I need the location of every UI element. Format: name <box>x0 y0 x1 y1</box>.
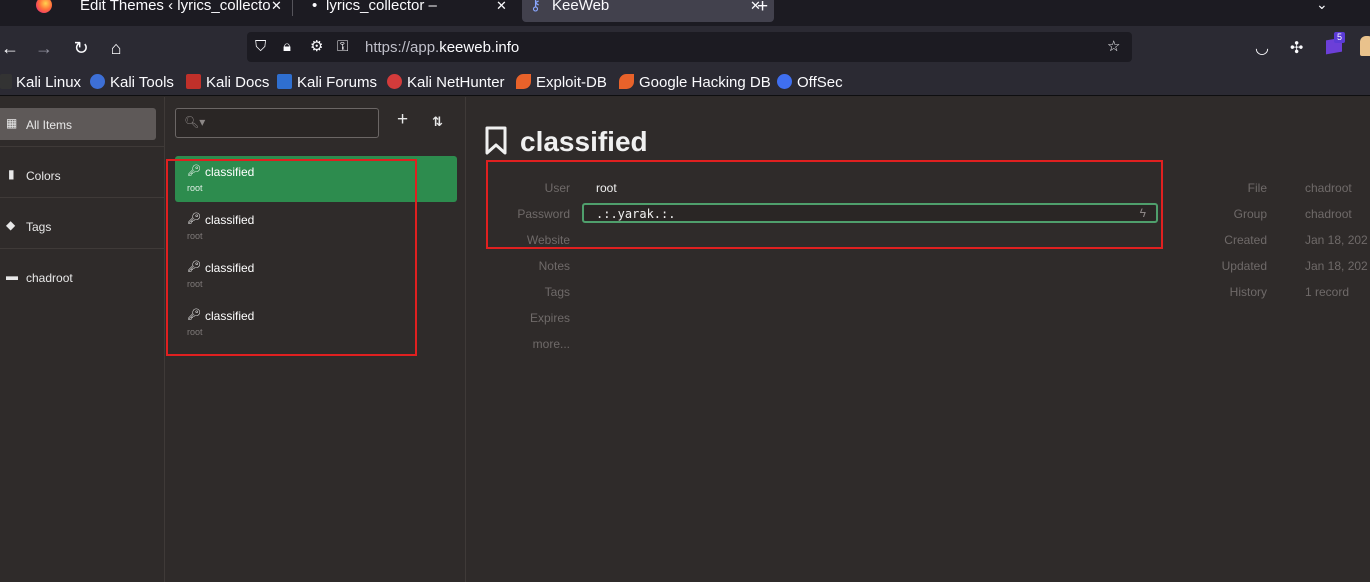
menu-item-all-items[interactable]: ▦ All Items <box>0 97 165 147</box>
search-input[interactable]: 🔍︎▾ <box>175 108 379 138</box>
back-button[interactable]: ← <box>0 34 24 62</box>
home-button[interactable]: ⌂ <box>102 34 130 62</box>
menu-item-label: All Items <box>26 118 73 132</box>
bookmark-google-hacking-db[interactable]: Google Hacking DB <box>619 74 771 91</box>
notes-label[interactable]: Notes <box>466 259 570 273</box>
add-entry-button[interactable]: + <box>397 109 408 131</box>
updated-value: Jan 18, 202 <box>1305 259 1368 273</box>
bookmark-icon[interactable] <box>485 126 507 156</box>
tab-separator <box>292 0 293 16</box>
updated-label: Updated <box>1221 259 1267 273</box>
shield-icon[interactable]: ⛉ <box>255 37 266 57</box>
lock-icon[interactable]: 🔒︎ <box>283 37 291 57</box>
dot-icon: • <box>312 0 318 14</box>
menu-item-tags[interactable]: ◆ Tags <box>0 199 165 249</box>
menu-item-label: Tags <box>26 220 52 234</box>
tab-keeweb[interactable]: ⚷ KeeWeb ✕ <box>522 0 774 22</box>
permissions-icon[interactable]: ⚙ <box>310 37 323 57</box>
file-value: chadroot <box>1305 181 1352 195</box>
entry-title[interactable]: classified <box>520 126 648 158</box>
firefox-icon <box>36 0 52 13</box>
tags-icon: ◆ <box>6 218 16 232</box>
list-all-tabs-button[interactable]: ⌄ <box>1316 0 1328 13</box>
kali-tools-icon <box>90 74 105 89</box>
tags-label[interactable]: Tags <box>466 285 570 299</box>
bookmark-kali-nethunter[interactable]: Kali NetHunter <box>387 74 505 91</box>
menu-sidebar: ▦ All Items ▮ Colors ◆ Tags ▬ chadroot <box>0 97 165 582</box>
new-tab-button[interactable]: + <box>757 0 768 18</box>
group-label: Group <box>1233 207 1267 221</box>
extensions-icon[interactable]: ✣ <box>1290 38 1303 58</box>
kali-dragon-icon <box>0 74 12 89</box>
tab-lyrics-collector[interactable]: • lyrics_collector – ✕ <box>298 0 518 22</box>
tab-title: KeeWeb <box>552 0 610 14</box>
annotation-box-credentials <box>486 160 1163 249</box>
menu-item-colors[interactable]: ▮ Colors <box>0 148 165 198</box>
reload-button[interactable]: ↻ <box>67 34 95 62</box>
bookmark-kali-forums[interactable]: Kali Forums <box>277 74 377 91</box>
annotation-box-entries <box>166 159 417 356</box>
tab-close-icon[interactable]: ✕ <box>271 0 282 13</box>
group-value[interactable]: chadroot <box>1305 207 1352 221</box>
history-label: History <box>1229 285 1267 299</box>
tab-edit-themes[interactable]: Edit Themes ‹ lyrics_collecto ✕ <box>68 0 290 22</box>
url-text: https://app.keeweb.info <box>365 39 520 56</box>
grid-icon: ▦ <box>6 116 18 130</box>
file-label: File <box>1247 181 1267 195</box>
menu-item-label: chadroot <box>26 271 73 285</box>
more-link[interactable]: more... <box>466 337 570 351</box>
selection-highlight <box>0 108 156 140</box>
bookmark-kali-docs[interactable]: Kali Docs <box>186 74 269 91</box>
exploit-db-icon <box>516 74 531 89</box>
extension-badge: 5 <box>1334 32 1345 43</box>
keeweb-favicon-icon: ⚷ <box>530 0 541 14</box>
kali-docs-icon <box>186 74 201 89</box>
bookmark-kali-linux[interactable]: Kali Linux <box>0 74 81 91</box>
bookmark-offsec[interactable]: OffSec <box>777 74 843 91</box>
menu-item-label: Colors <box>26 169 61 183</box>
search-icon[interactable]: 🔍︎▾ <box>184 115 205 129</box>
tab-close-icon[interactable]: ✕ <box>496 0 507 13</box>
ghdb-icon <box>619 74 634 89</box>
url-bar[interactable]: ⛉ 🔒︎ ⚙ ⚿ https://app.keeweb.info ☆ <box>247 32 1132 62</box>
expires-label[interactable]: Expires <box>466 311 570 325</box>
tab-title: Edit Themes ‹ lyrics_collecto <box>80 0 271 14</box>
bookmarks-bar: Kali Linux Kali Tools Kali Docs Kali For… <box>0 70 1370 96</box>
sort-button[interactable]: ⇅ <box>432 114 443 130</box>
profile-avatar[interactable] <box>1360 36 1370 56</box>
created-label: Created <box>1224 233 1267 247</box>
bookmark-icon: ▮ <box>8 167 15 181</box>
forward-button[interactable]: → <box>30 34 58 62</box>
key-icon[interactable]: ⚿ <box>337 37 348 57</box>
created-value: Jan 18, 202 <box>1305 233 1368 247</box>
tab-title: lyrics_collector – <box>326 0 437 14</box>
pocket-icon[interactable]: ◡ <box>1255 38 1269 58</box>
bookmark-star-icon[interactable]: ☆ <box>1107 37 1120 57</box>
kali-forums-icon <box>277 74 292 89</box>
menu-item-chadroot[interactable]: ▬ chadroot <box>0 250 165 300</box>
offsec-icon <box>777 74 792 89</box>
bookmark-kali-tools[interactable]: Kali Tools <box>90 74 174 91</box>
browser-nav-bar: ← → ↻ ⌂ ⛉ 🔒︎ ⚙ ⚿ https://app.keeweb.info… <box>0 26 1370 70</box>
folder-icon: ▬ <box>6 269 18 283</box>
browser-tab-bar: Edit Themes ‹ lyrics_collecto ✕ • lyrics… <box>0 0 1370 26</box>
kali-nethunter-icon <box>387 74 402 89</box>
history-value[interactable]: 1 record <box>1305 285 1349 299</box>
bookmark-exploit-db[interactable]: Exploit-DB <box>516 74 607 91</box>
